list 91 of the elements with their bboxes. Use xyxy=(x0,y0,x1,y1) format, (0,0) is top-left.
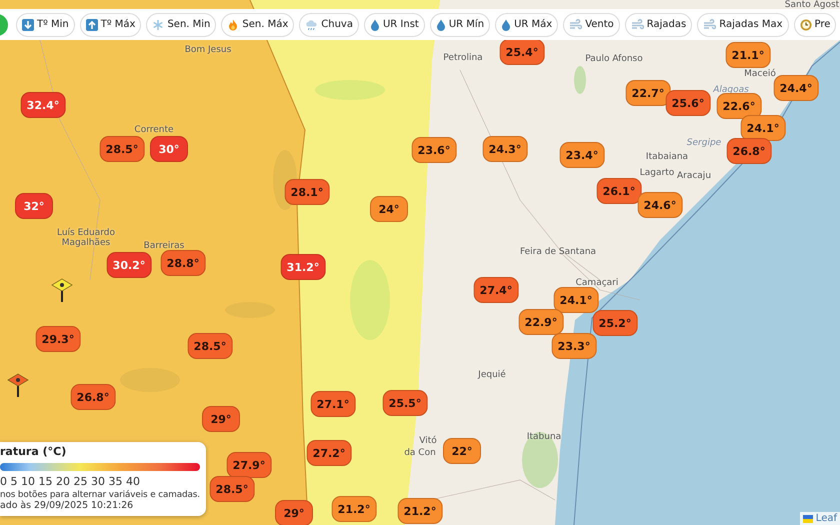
water-drop-icon xyxy=(370,18,380,30)
flame-icon xyxy=(227,18,240,30)
city-label: Itabaiana xyxy=(646,152,688,162)
layer-button[interactable]: Pre xyxy=(794,12,836,36)
temperature-marker[interactable]: 24.3° xyxy=(482,136,528,162)
temperature-marker[interactable]: 32.4° xyxy=(20,92,66,118)
city-label: Paulo Afonso xyxy=(585,54,643,64)
city-label: Aracaju xyxy=(676,171,712,181)
temperature-marker[interactable]: 24.1° xyxy=(740,115,786,141)
temperature-marker[interactable]: 25.5° xyxy=(382,390,428,416)
city-label: Santo Agost xyxy=(784,0,840,10)
temperature-marker[interactable]: 28.5° xyxy=(188,333,232,359)
temperature-marker[interactable]: 29° xyxy=(275,500,313,525)
city-label: Feira de Santana xyxy=(520,247,596,257)
state-label: Alagoas xyxy=(713,85,749,95)
temperature-marker[interactable]: 32° xyxy=(15,193,53,219)
city-label: Bom Jesus xyxy=(184,45,232,55)
layer-button[interactable]: UR Inst xyxy=(364,12,425,36)
temperature-marker[interactable]: 24° xyxy=(370,196,408,222)
map-attribution[interactable]: Leaf xyxy=(800,512,840,525)
temperature-marker[interactable]: 28.1° xyxy=(284,179,330,205)
temperature-marker[interactable]: 28.8° xyxy=(160,250,206,276)
city-label: Lagarto xyxy=(640,168,674,178)
update-time: ado às 29/09/2025 10:21:26 xyxy=(0,500,134,511)
temperature-marker[interactable]: 27.4° xyxy=(474,277,518,303)
warning-sign-icon[interactable] xyxy=(7,373,29,397)
wind-icon xyxy=(703,18,716,30)
city-label: Camaçari xyxy=(576,278,618,288)
city-label: Maceió xyxy=(744,69,776,79)
layer-button[interactable]: Sen. Min xyxy=(146,12,216,36)
temperature-marker[interactable]: 21.1° xyxy=(726,42,770,68)
warning-sign-icon[interactable] xyxy=(51,278,73,302)
temperature-marker[interactable]: 21.2° xyxy=(398,498,442,524)
layer-button[interactable]: UR Mín xyxy=(430,12,490,36)
down-arrow-icon xyxy=(22,18,34,30)
temperature-marker[interactable]: 25.4° xyxy=(500,39,544,65)
temperature-marker[interactable]: 27.1° xyxy=(310,391,356,417)
legend-hint: nos botões para alternar variáveis e camadas. xyxy=(0,490,200,500)
city-label: Magalhães xyxy=(62,238,110,248)
temperature-marker[interactable]: 23.6° xyxy=(412,137,456,163)
water-drop-icon xyxy=(436,18,446,30)
temperature-marker[interactable]: 23.4° xyxy=(560,142,604,168)
temperature-marker[interactable]: 28.5° xyxy=(100,136,144,162)
city-label: Jequié xyxy=(478,370,506,380)
city-label: Itabuna xyxy=(526,432,562,442)
scale-labels: 0 5 10 15 20 25 30 35 40 xyxy=(0,475,141,488)
temperature-marker[interactable]: 26.1° xyxy=(596,178,642,204)
temperature-marker[interactable]: 28.5° xyxy=(210,476,254,502)
temperature-marker[interactable]: 22.7° xyxy=(626,80,670,106)
temperature-marker[interactable]: 21.2° xyxy=(332,496,376,522)
rain-cloud-icon xyxy=(305,18,318,30)
clock-icon xyxy=(800,18,812,30)
temperature-marker[interactable]: 27.9° xyxy=(226,452,272,478)
temperature-marker[interactable]: 24.1° xyxy=(554,287,598,313)
temperature-marker[interactable]: 22.9° xyxy=(518,309,564,335)
temperature-marker[interactable]: 23.3° xyxy=(552,333,596,359)
temperature-marker[interactable]: 29.3° xyxy=(36,326,80,352)
layer-button[interactable]: Rajadas Max xyxy=(697,12,789,36)
temperature-marker[interactable]: 24.4° xyxy=(774,75,818,101)
legend-title: ratura (°C) xyxy=(0,445,68,458)
city-label: Luís Eduardo xyxy=(57,228,115,238)
layer-button[interactable]: Vento xyxy=(563,12,620,36)
layer-button[interactable]: Rajadas xyxy=(624,12,692,36)
wind-icon xyxy=(569,18,582,30)
water-drop-icon xyxy=(501,18,512,30)
temperature-marker[interactable]: 26.8° xyxy=(726,138,772,164)
temperature-marker[interactable]: 25.6° xyxy=(666,90,710,116)
flag-icon xyxy=(802,514,813,522)
layer-button[interactable]: UR Máx xyxy=(495,12,558,36)
layer-button[interactable]: Tº Máx xyxy=(80,12,142,36)
temperature-marker[interactable]: 22.6° xyxy=(716,93,762,119)
city-label: Barreiras xyxy=(144,241,184,251)
up-arrow-icon xyxy=(86,18,98,30)
temperature-marker[interactable]: 26.8° xyxy=(70,384,116,410)
temperature-marker[interactable]: 25.2° xyxy=(592,310,638,336)
layer-button[interactable]: Tº Min xyxy=(16,12,75,36)
temperature-marker[interactable]: 22° xyxy=(443,438,481,464)
city-label: Corrente xyxy=(134,125,174,135)
wind-icon xyxy=(630,18,644,30)
temperature-marker[interactable]: 30° xyxy=(150,136,188,162)
city-label: Vitó xyxy=(419,436,437,446)
layer-button[interactable]: Sen. Máx xyxy=(221,12,294,36)
snowflake-icon xyxy=(152,18,164,30)
temperature-marker[interactable]: 31.2° xyxy=(280,254,326,280)
state-label: Sergipe xyxy=(686,138,722,148)
temperature-marker[interactable]: 29° xyxy=(202,406,240,432)
layer-button[interactable]: Chuva xyxy=(299,12,359,36)
temperature-marker[interactable]: 24.6° xyxy=(638,192,682,218)
city-label: Petrolina xyxy=(443,53,483,63)
temperature-marker[interactable]: 30.2° xyxy=(106,252,152,278)
temperature-marker[interactable]: 27.2° xyxy=(306,440,352,466)
